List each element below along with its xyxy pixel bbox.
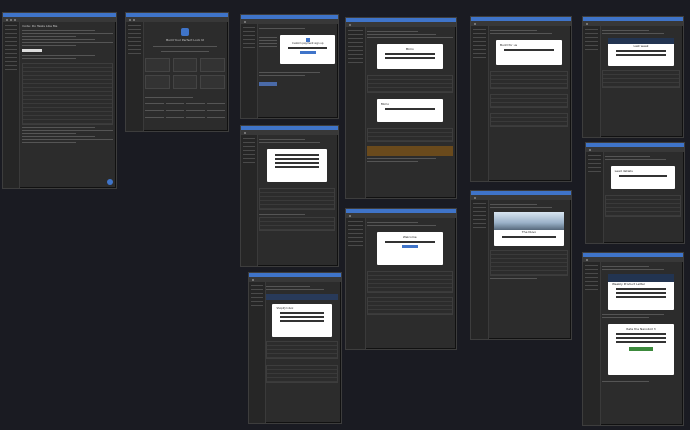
data-table-2 bbox=[366, 128, 453, 142]
main-content: Build Your Perfect Lock UI bbox=[145, 24, 225, 129]
card-title: Custom payment sign up bbox=[292, 42, 324, 45]
email-card: Build for us bbox=[496, 40, 562, 65]
sidebar bbox=[586, 152, 604, 243]
survey-title: Rate the Nanobot 3 bbox=[626, 327, 656, 331]
data-table bbox=[366, 271, 453, 293]
page-title: Code: Do Tasks Like Me bbox=[22, 24, 58, 28]
screenshot-frame-5[interactable]: Shopify Inbox bbox=[248, 272, 342, 424]
screenshot-frame-12[interactable]: Weekly Product Letter Rate the Nanobot 3 bbox=[582, 252, 684, 426]
screenshot-frame-8[interactable]: Build for us bbox=[470, 16, 572, 182]
main-content: Welcome bbox=[366, 220, 453, 347]
screenshot-frame-2[interactable]: Build Your Perfect Lock UI bbox=[125, 12, 229, 132]
screenshot-frame-4[interactable] bbox=[240, 125, 339, 267]
card-title: Welcome bbox=[402, 235, 417, 239]
email-card: Welcome bbox=[376, 232, 443, 265]
card-title: Mimo bbox=[405, 47, 414, 51]
main-content: Weekly Product Letter Rate the Nanobot 3 bbox=[602, 264, 680, 423]
data-table bbox=[602, 70, 680, 88]
hero-image bbox=[494, 212, 564, 230]
warning-banner bbox=[366, 146, 453, 156]
card-title: Last week bbox=[633, 44, 649, 48]
email-card: Lead details bbox=[610, 166, 676, 189]
window-titlebar bbox=[3, 17, 116, 22]
email-card: Shopify Inbox bbox=[272, 304, 333, 337]
data-table-2 bbox=[259, 217, 336, 231]
sidebar bbox=[346, 27, 366, 198]
data-table-2 bbox=[490, 94, 568, 108]
data-table bbox=[604, 195, 682, 217]
email-card: Weekly Product Letter bbox=[608, 274, 674, 310]
email-card: The Nuvo bbox=[494, 212, 564, 246]
card-title: Lead details bbox=[614, 169, 633, 173]
screenshot-frame-9[interactable]: The Nuvo bbox=[470, 190, 572, 340]
card-title: Build for us bbox=[500, 43, 518, 47]
main-content: Build for us bbox=[490, 28, 568, 179]
screenshot-frame-10[interactable]: Last week bbox=[582, 16, 684, 138]
sidebar bbox=[126, 22, 145, 131]
sidebar bbox=[471, 200, 489, 339]
email-card: Mimo bbox=[376, 44, 443, 69]
payment-card: Custom payment sign up bbox=[280, 35, 336, 64]
sidebar bbox=[583, 26, 601, 137]
sidebar bbox=[346, 218, 366, 349]
main-content: Last week bbox=[602, 28, 680, 135]
data-table-3 bbox=[490, 113, 568, 127]
screenshot-frame-6[interactable]: Mimo Mimo bbox=[345, 17, 457, 199]
data-table bbox=[490, 71, 568, 89]
sidebar bbox=[3, 22, 20, 188]
email-card-2: Mimo bbox=[376, 99, 443, 122]
sidebar bbox=[583, 262, 601, 425]
data-table bbox=[366, 75, 453, 93]
survey-card: Rate the Nanobot 3 bbox=[608, 324, 674, 375]
screenshot-frame-7[interactable]: Welcome bbox=[345, 208, 457, 350]
submit-button[interactable] bbox=[259, 82, 278, 86]
screenshot-frame-11[interactable]: Lead details bbox=[585, 142, 685, 244]
card-title: Weekly Product Letter bbox=[612, 282, 646, 286]
logo-icon bbox=[181, 28, 190, 36]
sidebar bbox=[241, 24, 259, 118]
card-title: The Nuvo bbox=[521, 230, 537, 234]
main-content: Lead details bbox=[604, 154, 682, 241]
sidebar bbox=[241, 135, 259, 266]
data-table bbox=[490, 250, 568, 276]
main-content: Shopify Inbox bbox=[266, 284, 339, 421]
data-table-2 bbox=[366, 297, 453, 315]
sidebar bbox=[249, 282, 266, 423]
main-content: The Nuvo bbox=[490, 202, 568, 337]
main-content: Custom payment sign up bbox=[259, 26, 336, 116]
data-table bbox=[259, 188, 336, 210]
screenshot-frame-3[interactable]: Custom payment sign up bbox=[240, 14, 339, 119]
submit-button[interactable] bbox=[629, 347, 653, 351]
data-table bbox=[22, 63, 113, 125]
screenshot-frame-1[interactable]: Code: Do Tasks Like Me bbox=[2, 12, 117, 189]
data-table-2 bbox=[266, 365, 339, 383]
email-card bbox=[267, 149, 328, 182]
email-card: Last week bbox=[608, 38, 674, 66]
card-title-2: Mimo bbox=[380, 102, 390, 106]
hero-title: Build Your Perfect Lock UI bbox=[166, 38, 205, 42]
main-content bbox=[259, 137, 336, 264]
card-title: Shopify Inbox bbox=[276, 307, 294, 310]
sidebar bbox=[471, 26, 489, 181]
main-content: Code: Do Tasks Like Me bbox=[22, 24, 113, 186]
data-table bbox=[266, 341, 339, 359]
chat-bubble-icon[interactable] bbox=[107, 179, 113, 185]
main-content: Mimo Mimo bbox=[366, 29, 453, 196]
